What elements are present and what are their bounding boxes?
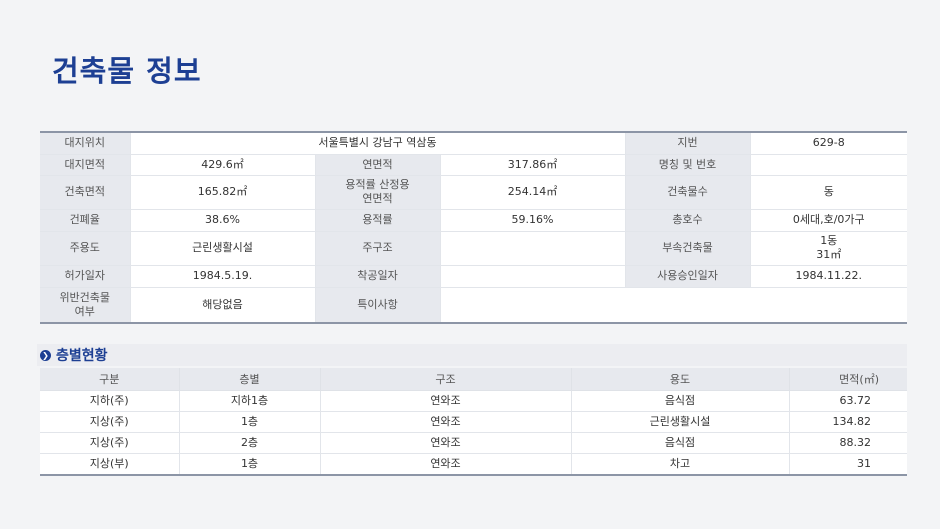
info-row-use: 주용도 근린생활시설 주구조 부속건축물 1동 31㎡ <box>40 230 907 266</box>
table-row: 지상(주) 1층 연와조 근린생활시설 134.82 <box>40 411 907 433</box>
value-annex-area: 31㎡ <box>816 248 842 261</box>
value-main-use: 근린생활시설 <box>129 230 316 266</box>
label-building-count: 건축물수 <box>624 174 751 210</box>
col-header-floor: 층별 <box>178 368 321 391</box>
label-violation-line1: 위반건축물 <box>59 290 111 304</box>
cell-use: 차고 <box>570 453 790 476</box>
value-site-area: 429.6㎡ <box>129 153 316 176</box>
cell-structure: 연와조 <box>319 390 572 412</box>
value-start-date <box>439 264 626 288</box>
cell-use: 음식점 <box>570 390 790 412</box>
label-site-location: 대지위치 <box>40 132 131 155</box>
cell-area: 31 <box>788 453 907 476</box>
col-header-use: 용도 <box>570 368 790 391</box>
value-remarks <box>439 286 907 323</box>
col-header-category: 구분 <box>40 368 180 391</box>
cell-floor: 1층 <box>178 453 321 476</box>
value-total-floor-area: 317.86㎡ <box>439 153 626 176</box>
label-main-use: 주용도 <box>40 230 131 266</box>
value-annex-building: 1동 31㎡ <box>749 230 907 266</box>
value-name-number <box>749 153 907 176</box>
label-name-number: 명칭 및 번호 <box>624 153 751 176</box>
label-coverage-ratio: 건폐율 <box>40 208 131 232</box>
info-row-dates: 허가일자 1984.5.19. 착공일자 사용승인일자 1984.11.22. <box>40 264 907 288</box>
table-row: 지상(부) 1층 연와조 차고 31 <box>40 453 907 476</box>
label-floor-area-ratio: 용적률 <box>314 208 441 232</box>
col-header-area: 면적(㎡) <box>788 368 907 391</box>
label-violation: 위반건축물 여부 <box>40 286 131 323</box>
chevron-right-icon: ❯ <box>40 349 51 361</box>
value-main-structure <box>439 230 626 266</box>
value-permit-date: 1984.5.19. <box>129 264 316 288</box>
cell-use: 근린생활시설 <box>570 411 790 433</box>
cell-floor: 2층 <box>178 432 321 454</box>
label-violation-line2: 여부 <box>74 304 95 318</box>
label-site-area: 대지면적 <box>40 153 131 176</box>
floor-header-row: 구분 층별 구조 용도 면적(㎡) <box>40 368 907 391</box>
value-far-floor-area: 254.14㎡ <box>439 174 626 210</box>
label-total-floor-area: 연면적 <box>314 153 441 176</box>
label-total-units: 총호수 <box>624 208 751 232</box>
building-info-table: 대지위치 서울특별시 강남구 역삼동 지번 629-8 대지면적 429.6㎡ … <box>40 131 907 324</box>
label-building-area: 건축면적 <box>40 174 131 210</box>
cell-structure: 연와조 <box>319 411 572 433</box>
label-lot-number: 지번 <box>624 132 751 155</box>
label-far-floor-area: 용적률 산정용 연면적 <box>314 174 441 210</box>
value-site-location: 서울특별시 강남구 역삼동 <box>129 132 626 155</box>
label-start-date: 착공일자 <box>314 264 441 288</box>
cell-area: 88.32 <box>788 432 907 454</box>
value-annex-count: 1동 <box>820 234 838 247</box>
cell-area: 134.82 <box>788 411 907 433</box>
value-violation: 해당없음 <box>129 286 316 323</box>
floor-status-section-header: ❯ 층별현황 <box>37 344 907 366</box>
cell-area: 63.72 <box>788 390 907 412</box>
value-approval-date: 1984.11.22. <box>749 264 907 288</box>
label-far-floor-area-line1: 용적률 산정용 <box>345 178 410 191</box>
label-approval-date: 사용승인일자 <box>624 264 751 288</box>
value-total-units: 0세대,호/0가구 <box>749 208 907 232</box>
cell-structure: 연와조 <box>319 453 572 476</box>
table-row: 지상(주) 2층 연와조 음식점 88.32 <box>40 432 907 454</box>
cell-floor: 지하1층 <box>178 390 321 412</box>
info-row-building-area: 건축면적 165.82㎡ 용적률 산정용 연면적 254.14㎡ 건축물수 동 <box>40 174 907 210</box>
info-row-violation: 위반건축물 여부 해당없음 특이사항 <box>40 286 907 323</box>
info-row-areas: 대지면적 429.6㎡ 연면적 317.86㎡ 명칭 및 번호 <box>40 153 907 176</box>
label-far-floor-area-line2: 연면적 <box>362 192 393 205</box>
label-permit-date: 허가일자 <box>40 264 131 288</box>
cell-category: 지하(주) <box>40 390 180 412</box>
value-coverage-ratio: 38.6% <box>129 208 316 232</box>
cell-use: 음식점 <box>570 432 790 454</box>
info-row-location: 대지위치 서울특별시 강남구 역삼동 지번 629-8 <box>40 132 907 155</box>
cell-floor: 1층 <box>178 411 321 433</box>
cell-structure: 연와조 <box>319 432 572 454</box>
label-annex-building: 부속건축물 <box>624 230 751 266</box>
label-remarks: 특이사항 <box>314 286 441 323</box>
cell-category: 지상(주) <box>40 411 180 433</box>
floor-status-title: 층별현황 <box>56 348 108 364</box>
table-row: 지하(주) 지하1층 연와조 음식점 63.72 <box>40 390 907 412</box>
floor-status-table: 구분 층별 구조 용도 면적(㎡) 지하(주) 지하1층 연와조 음식점 63.… <box>40 368 907 476</box>
label-main-structure: 주구조 <box>314 230 441 266</box>
col-header-structure: 구조 <box>319 368 572 391</box>
info-row-ratios: 건폐율 38.6% 용적률 59.16% 총호수 0세대,호/0가구 <box>40 208 907 232</box>
value-lot-number: 629-8 <box>749 132 907 155</box>
page-title: 건축물 정보 <box>52 54 202 88</box>
value-building-count: 동 <box>749 174 907 210</box>
value-building-area: 165.82㎡ <box>129 174 316 210</box>
value-floor-area-ratio: 59.16% <box>439 208 626 232</box>
cell-category: 지상(부) <box>40 453 180 476</box>
cell-category: 지상(주) <box>40 432 180 454</box>
